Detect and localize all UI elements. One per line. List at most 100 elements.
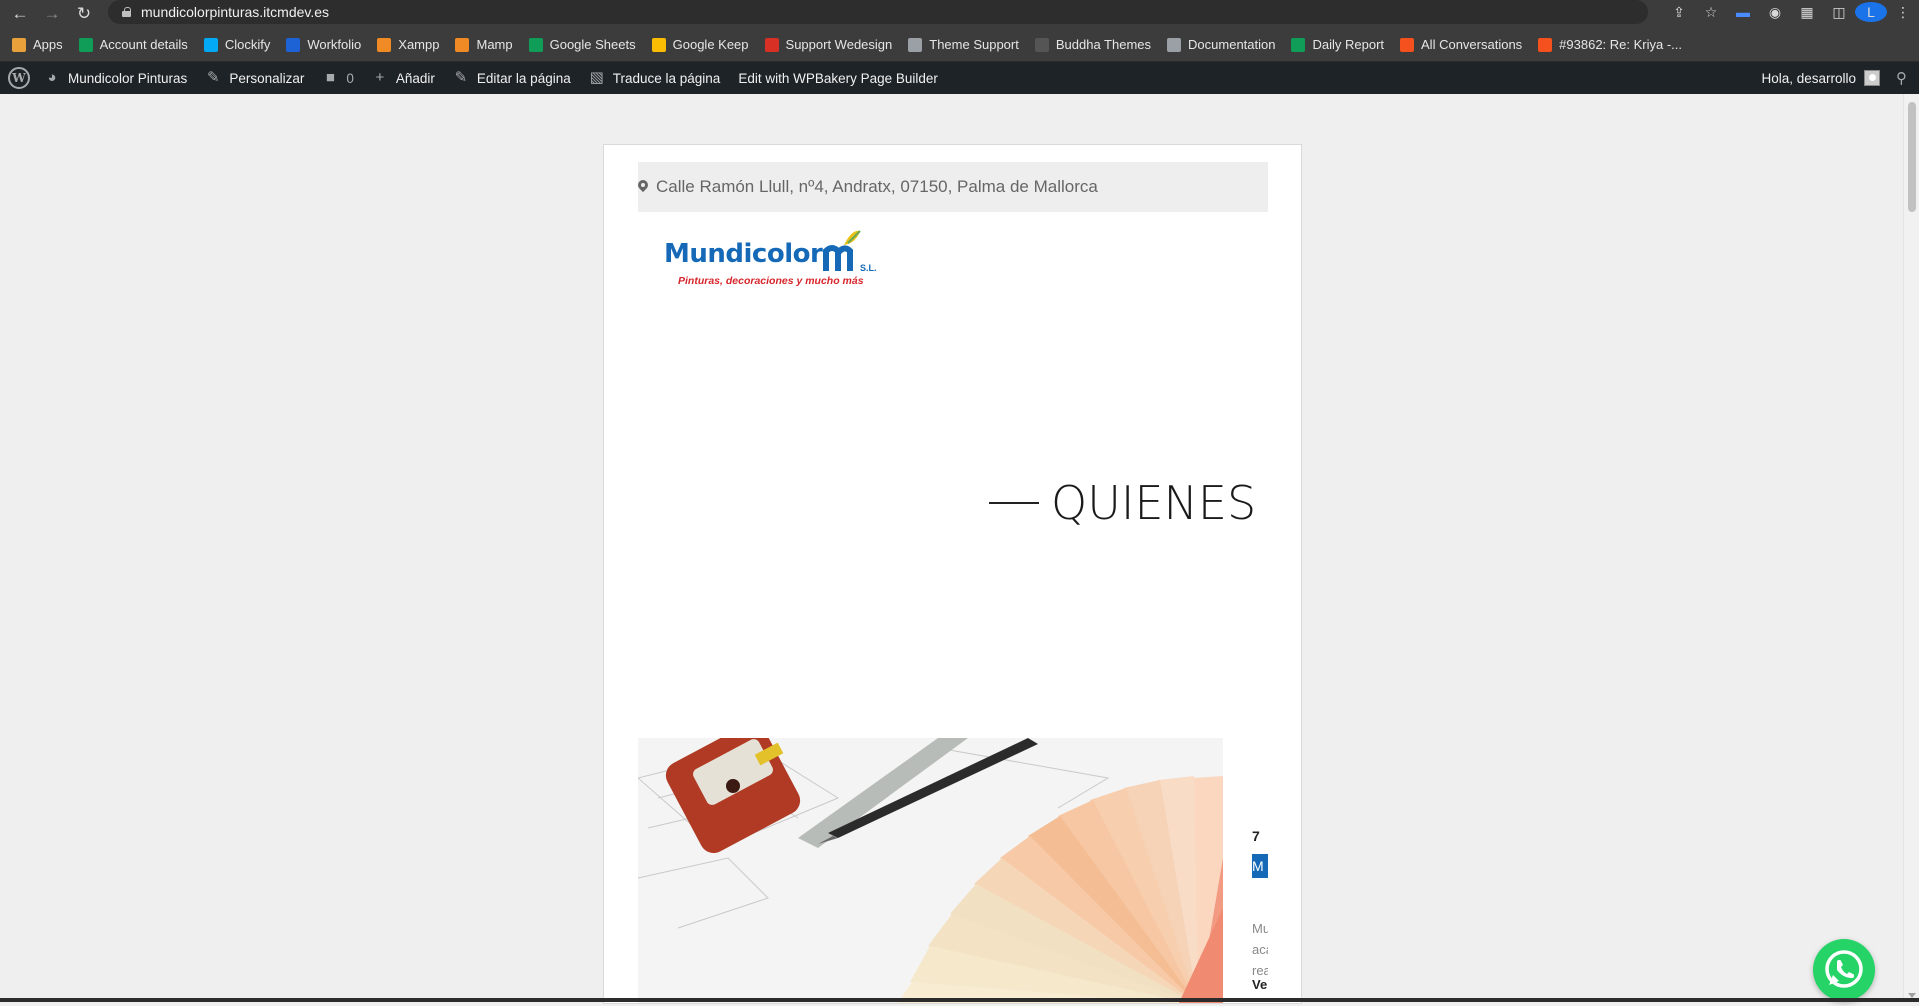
plus-cross-icon — [78, 37, 93, 52]
side-bold-text: Ve — [1252, 977, 1268, 992]
extension-blue-icon[interactable]: ▬ — [1727, 4, 1759, 20]
side-number: 7 — [1252, 828, 1260, 844]
paintbrush-icon: ✎ — [207, 69, 220, 86]
bottom-status-strip — [0, 998, 1919, 1002]
keep-icon — [651, 37, 666, 52]
plus-cross-icon — [1291, 37, 1306, 52]
pencil-icon: ✎ — [454, 69, 468, 86]
wp-translate-page[interactable]: ▧ Traduce la página — [589, 70, 721, 86]
share-icon[interactable]: ⇪ — [1663, 4, 1695, 21]
dashboard-gauge-icon: ◕ — [47, 69, 57, 86]
logo-tagline: Pinturas, decoraciones y mucho más — [678, 275, 864, 287]
wp-edit-page[interactable]: ✎ Editar la página — [453, 70, 571, 86]
bookmark-item[interactable]: Documentation — [1167, 37, 1275, 52]
workfolio-icon — [286, 37, 301, 52]
bookmark-label: Daily Report — [1312, 37, 1385, 52]
bookmark-label: All Conversations — [1421, 37, 1523, 52]
documentation-icon — [1167, 37, 1182, 52]
bookmark-label: #93862: Re: Kriya -... — [1559, 37, 1683, 52]
browser-actions: ⇪ ☆ ▬ ◉ ▦ ◫ L ⋮ — [1663, 0, 1919, 24]
page-viewport: Calle Ramón Llull, nº4, Andratx, 07150, … — [0, 94, 1903, 1004]
wp-admin-bar: W ◕ Mundicolor Pinturas ✎ Personalizar ■… — [0, 62, 1919, 94]
swatch-fan-image — [638, 738, 1223, 1003]
section-heading: QUIENES S — [989, 473, 1269, 533]
whatsapp-icon — [1825, 950, 1863, 988]
site-boxed-container: Calle Ramón Llull, nº4, Andratx, 07150, … — [603, 144, 1302, 1004]
bookmark-item[interactable]: Google Sheets — [528, 37, 636, 52]
camera-icon[interactable]: ◉ — [1759, 4, 1791, 21]
browser-toolbar: ← → ↻ mundicolorpinturas.itcmdev.es ⇪ ☆ … — [0, 0, 1919, 28]
wedesign-icon — [764, 37, 779, 52]
page-scrollbar[interactable] — [1903, 94, 1919, 1002]
bookmark-item[interactable]: Support Wedesign — [764, 37, 892, 52]
forward-arrow-icon[interactable]: → — [40, 2, 64, 26]
user-avatar-icon[interactable] — [1864, 70, 1880, 86]
bookmark-label: Apps — [33, 37, 63, 52]
bookmark-item[interactable]: Theme Support — [908, 37, 1019, 52]
site-logo[interactable]: Mundicolor S.L. Pinturas, decoraciones y… — [664, 229, 884, 299]
plus-cross-icon — [528, 37, 543, 52]
bookmark-label: Google Sheets — [549, 37, 636, 52]
heading-dash — [989, 502, 1039, 504]
scroll-thumb[interactable] — [1908, 102, 1916, 212]
star-icon[interactable]: ☆ — [1695, 4, 1727, 21]
sidepanel-icon[interactable]: ◫ — [1823, 4, 1855, 21]
translate-icon: ▧ — [589, 69, 604, 86]
wordpress-logo-icon[interactable]: W — [8, 67, 30, 89]
menu-kebab-icon[interactable]: ⋮ — [1887, 4, 1919, 21]
reload-icon[interactable]: ↻ — [72, 2, 96, 26]
whatsapp-button[interactable] — [1813, 939, 1875, 1001]
wp-customize[interactable]: ✎ Personalizar — [205, 70, 304, 86]
bookmark-item[interactable]: Clockify — [203, 37, 271, 52]
comment-bubble-icon: ■ — [325, 69, 335, 86]
back-arrow-icon[interactable]: ← — [8, 2, 32, 26]
wp-site-name[interactable]: ◕ Mundicolor Pinturas — [44, 70, 187, 86]
bookmark-item[interactable]: Xampp — [377, 37, 439, 52]
bookmark-label: Xampp — [398, 37, 440, 52]
conversations-icon — [1400, 37, 1415, 52]
bookmark-item[interactable]: Google Keep — [651, 37, 749, 52]
search-icon[interactable]: ⚲ — [1896, 69, 1907, 87]
wp-greeting[interactable]: Hola, desarrollo — [1761, 71, 1856, 86]
conversations-icon — [1538, 37, 1553, 52]
color-swatch-photo — [638, 738, 1223, 1003]
heading-text: QUIENES — [1051, 476, 1257, 530]
bookmark-item[interactable]: Workfolio — [286, 37, 361, 52]
bookmark-label: Workfolio — [307, 37, 362, 52]
side-highlight-label: M — [1252, 854, 1268, 878]
map-pin-icon — [638, 180, 648, 194]
bookmark-item[interactable]: Daily Report — [1291, 37, 1384, 52]
wp-add-new[interactable]: + Añadir — [372, 69, 434, 86]
side-paragraph-line-2: aca — [1252, 942, 1268, 957]
bookmark-item[interactable]: Mamp — [455, 37, 513, 52]
logo-wordmark: Mundicolor — [664, 239, 823, 269]
logo-suffix: S.L. — [860, 263, 877, 273]
bookmark-label: Buddha Themes — [1055, 37, 1152, 52]
bookmark-item[interactable]: Account details — [78, 37, 188, 52]
plus-icon: + — [375, 69, 385, 86]
bookmark-item[interactable]: All Conversations — [1400, 37, 1522, 52]
bookmark-label: Google Keep — [672, 37, 749, 52]
top-address-bar: Calle Ramón Llull, nº4, Andratx, 07150, … — [638, 162, 1268, 212]
bookmark-item[interactable]: Buddha Themes — [1034, 37, 1152, 52]
bookmark-item[interactable]: #93862: Re: Kriya -... — [1538, 37, 1682, 52]
wp-comments[interactable]: ■ 0 — [322, 70, 354, 86]
side-paragraph-line-3: rea — [1252, 963, 1268, 978]
logo-mark-icon — [823, 230, 861, 271]
puzzle-icon[interactable]: ▦ — [1791, 4, 1823, 21]
bookmark-label: Mamp — [476, 37, 513, 52]
mamp-icon — [455, 37, 470, 52]
lock-icon — [122, 7, 131, 17]
bookmark-label: Clockify — [224, 37, 271, 52]
bookmark-label: Documentation — [1188, 37, 1276, 52]
profile-avatar[interactable]: L — [1855, 2, 1887, 22]
url-text: mundicolorpinturas.itcmdev.es — [141, 4, 330, 20]
bookmark-item[interactable]: Apps — [12, 37, 63, 52]
clockify-icon — [203, 37, 218, 52]
address-bar[interactable]: mundicolorpinturas.itcmdev.es — [108, 0, 1648, 24]
address-text: Calle Ramón Llull, nº4, Andratx, 07150, … — [656, 177, 1098, 196]
bookmark-label: Account details — [99, 37, 188, 52]
wp-wpbakery[interactable]: Edit with WPBakery Page Builder — [738, 71, 938, 86]
side-paragraph-line-1: Mu — [1252, 921, 1268, 936]
xampp-icon — [377, 37, 392, 52]
